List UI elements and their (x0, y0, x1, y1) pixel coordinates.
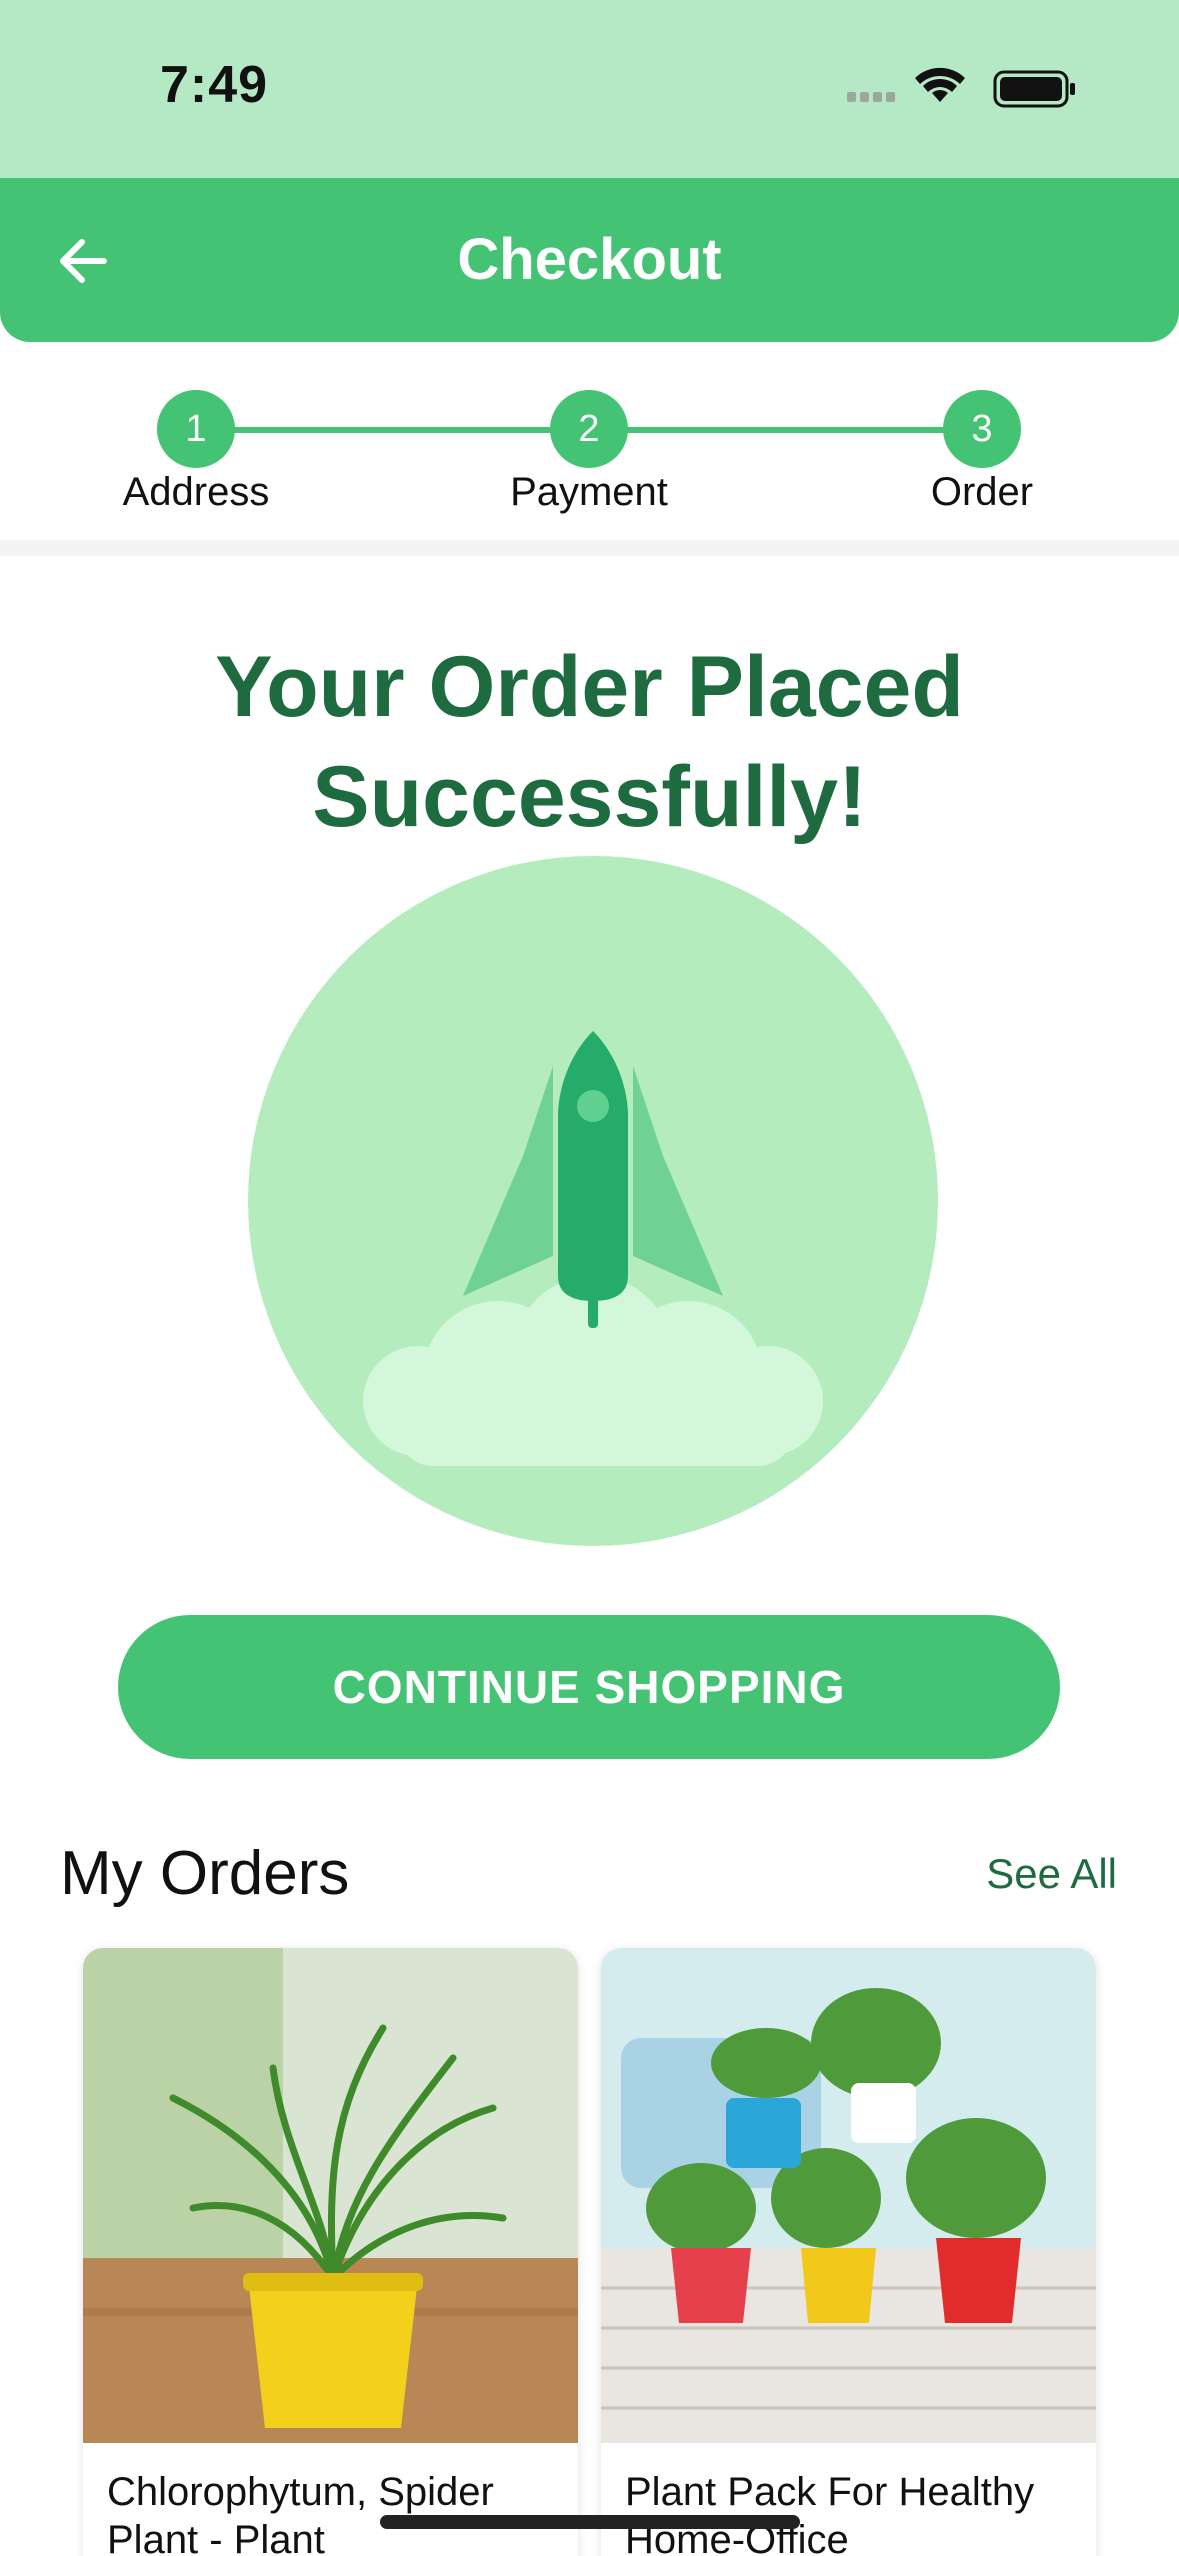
step-1-label: Address (122, 470, 270, 514)
see-all-link[interactable]: See All (986, 1850, 1117, 1898)
step-2-circle: 2 (550, 390, 628, 468)
success-title-line-2: Successfully! (312, 749, 867, 845)
status-icons (847, 67, 1075, 108)
cellular-signal-icon (847, 92, 895, 102)
checkout-stepper: 1 Address 2 Payment 3 Order (0, 342, 1179, 542)
step-2-label: Payment (510, 470, 668, 514)
success-title-line-1: Your Order Placed (215, 639, 964, 735)
my-orders-title: My Orders (60, 1839, 350, 1908)
order-card[interactable]: Plant Pack For Healthy Home-Office (601, 1948, 1096, 2556)
wifi-icon (915, 67, 965, 102)
home-indicator (380, 2515, 800, 2529)
spider-plant-image (83, 1948, 578, 2443)
success-title: Your Order Placed Successfully! (100, 632, 1079, 852)
section-divider (0, 540, 1179, 556)
step-connector (196, 427, 552, 433)
step-1-circle: 1 (157, 390, 235, 468)
arrow-left-icon[interactable] (50, 226, 120, 296)
header-title: Checkout (457, 227, 722, 292)
plant-pack-image (601, 1948, 1096, 2443)
order-name: Plant Pack For Healthy Home-Office (625, 2470, 1035, 2556)
app-header: Checkout (0, 178, 1179, 342)
step-3-label: Order (930, 470, 1034, 514)
battery-icon (993, 70, 1075, 108)
step-3-circle: 3 (943, 390, 1021, 468)
continue-shopping-button[interactable]: CONTINUE SHOPPING (118, 1615, 1060, 1759)
order-name: Chlorophytum, Spider Plant - Plant (107, 2470, 494, 2556)
order-card[interactable]: Chlorophytum, Spider Plant - Plant (83, 1948, 578, 2556)
step-connector (627, 427, 947, 433)
status-time: 7:49 (160, 56, 269, 114)
status-bar: 7:49 (0, 0, 1179, 178)
rocket-launch-icon (248, 856, 938, 1546)
